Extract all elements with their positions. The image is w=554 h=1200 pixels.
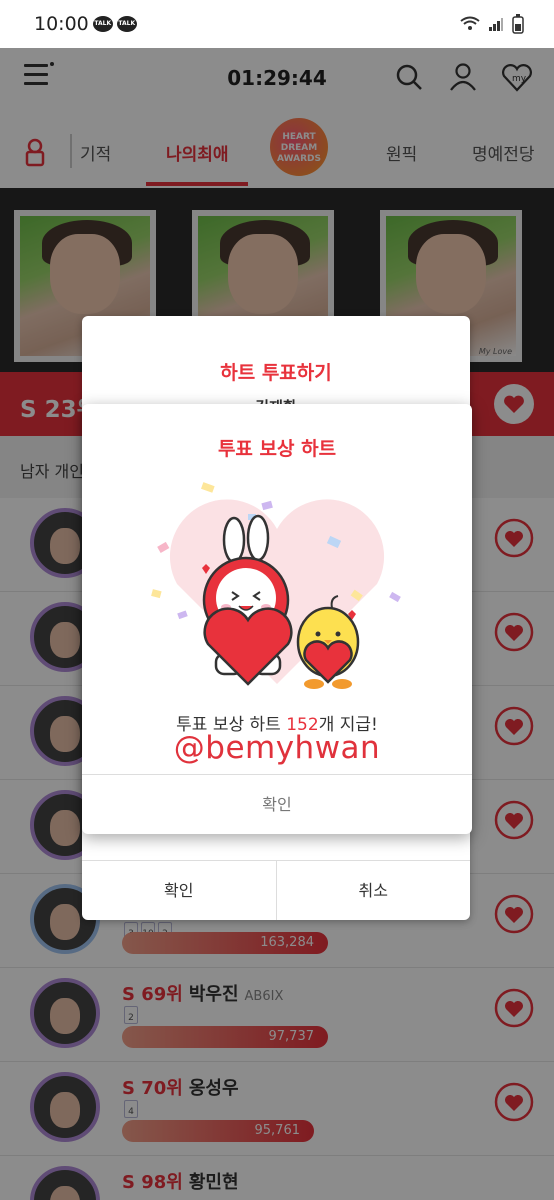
vote-dialog-title: 하트 투표하기 (220, 362, 332, 384)
vote-cancel-button[interactable]: 취소 (275, 861, 471, 920)
wifi-icon (460, 16, 480, 30)
kakaotalk-icon: TALK (92, 16, 113, 32)
vote-confirm-button[interactable]: 확인 (82, 861, 276, 920)
signal-icon (489, 18, 503, 31)
status-bar: 10:00 TALK TALK (0, 0, 554, 48)
reward-ok-button[interactable]: 확인 (82, 774, 472, 834)
kakaotalk-icon: TALK (116, 16, 137, 32)
reward-dialog-title: 투표 보상 하트 (217, 438, 337, 460)
reward-illustration (151, 482, 401, 689)
status-time: 10:00 (34, 13, 89, 35)
reward-dialog: 투표 보상 하트 투표 보상 하트 152개 지급! @bemyhwan 확인 (82, 404, 472, 834)
battery-icon (512, 14, 524, 34)
watermark: @bemyhwan (173, 730, 381, 766)
